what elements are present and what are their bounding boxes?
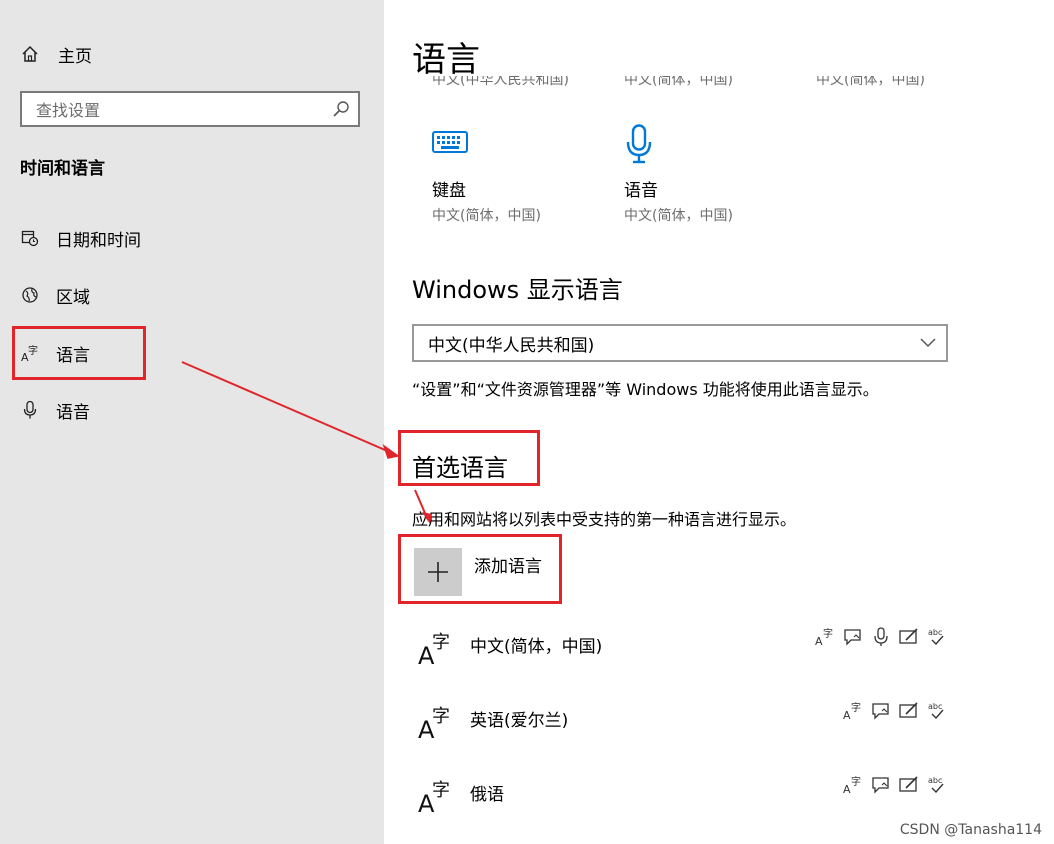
sidebar-item-label: 日期和时间 [56, 230, 141, 251]
sidebar-item-label: 区域 [56, 287, 90, 308]
keyboard-icon [432, 131, 468, 153]
selected-value: 中文(中华人民共和国) [428, 335, 595, 356]
home-label: 主页 [58, 46, 92, 67]
language-name: 英语(爱尔兰) [470, 711, 569, 731]
language-row-english-ireland[interactable]: A 字 英语(爱尔兰) A字 abc [418, 698, 948, 758]
handwriting-icon [899, 702, 918, 718]
language-row-chinese[interactable]: A 字 中文(简体，中国) A字 abc [418, 624, 948, 684]
preferred-description: 应用和网站将以列表中受支持的第一种语言进行显示。 [412, 510, 797, 529]
svg-text:字: 字 [432, 632, 450, 653]
tile-name: 语音 [624, 181, 658, 201]
svg-text:abc: abc [928, 702, 942, 711]
language-name: 俄语 [470, 785, 504, 805]
microphone-icon [874, 627, 888, 646]
tile-name: 键盘 [432, 181, 466, 201]
speech-bubble-icon [872, 703, 889, 720]
handwriting-icon [899, 776, 918, 792]
microphone-icon [20, 400, 40, 420]
watermark: CSDN @Tanasha114 [899, 822, 1042, 838]
microphone-icon [626, 124, 652, 164]
main-content: 语言 中文(中华人民共和国) 中文(简体，中国) 中文(简体，中国) 键盘 中文… [384, 0, 1054, 844]
tile-subtitle: 中文(简体，中国) [624, 208, 733, 224]
display-language-heading: Windows 显示语言 [412, 276, 623, 304]
display-language-icon: A字 [843, 701, 861, 722]
search-placeholder: 查找设置 [36, 101, 101, 120]
speech-tile[interactable]: 语音 中文(简体，中国) [624, 124, 794, 225]
sidebar-item-date-time[interactable]: 日期和时间 [20, 223, 141, 253]
sidebar-item-label: 语音 [56, 402, 90, 423]
language-row-russian[interactable]: A 字 俄语 A字 abc [418, 772, 948, 832]
annotation-box-language-nav [12, 326, 146, 380]
home-nav-item[interactable]: 主页 [20, 40, 92, 68]
clipped-text: 中文(中华人民共和国) [432, 76, 569, 88]
speech-bubble-icon [844, 629, 861, 646]
svg-text:字: 字 [851, 701, 861, 714]
language-icon: A 字 [418, 706, 450, 742]
svg-text:abc: abc [928, 628, 942, 637]
tile-subtitle: 中文(简体，中国) [432, 208, 541, 224]
annotation-box-add-language [398, 534, 562, 604]
search-input[interactable]: 查找设置 [20, 91, 360, 127]
home-icon [22, 45, 38, 62]
settings-sidebar: 主页 查找设置 时间和语言 日期和时间 区域 A 字 语言 语音 [0, 0, 384, 844]
annotation-box-preferred [398, 430, 540, 486]
search-icon [333, 101, 349, 117]
svg-text:字: 字 [432, 706, 450, 727]
language-icon: A 字 [418, 780, 450, 816]
language-name: 中文(简体，中国) [470, 637, 603, 657]
display-language-icon: A字 [815, 627, 833, 648]
globe-icon [20, 285, 40, 305]
sidebar-item-speech[interactable]: 语音 [20, 395, 90, 425]
handwriting-icon [899, 628, 918, 644]
speech-bubble-icon [872, 777, 889, 794]
calendar-clock-icon [20, 228, 40, 248]
display-language-description: “设置”和“文件资源管理器”等 Windows 功能将使用此语言显示。 [412, 380, 879, 399]
language-icon: A 字 [418, 632, 450, 668]
language-features: A字 abc [842, 774, 948, 796]
svg-text:字: 字 [432, 780, 450, 801]
language-features: A字 abc [842, 700, 948, 722]
svg-text:字: 字 [851, 775, 861, 788]
language-features: A字 abc [814, 626, 948, 648]
section-title: 时间和语言 [20, 159, 105, 179]
sidebar-item-region[interactable]: 区域 [20, 280, 90, 310]
spellcheck-icon: abc [928, 776, 944, 794]
spellcheck-icon: abc [928, 702, 944, 720]
chevron-down-icon [920, 338, 936, 348]
svg-text:A: A [815, 635, 823, 648]
clipped-text: 中文(简体，中国) [816, 76, 925, 88]
clipped-text: 中文(简体，中国) [624, 76, 733, 88]
page-title: 语言 [412, 40, 480, 80]
keyboard-tile[interactable]: 键盘 中文(简体，中国) [432, 124, 602, 225]
svg-text:字: 字 [823, 627, 833, 640]
svg-text:abc: abc [928, 776, 942, 785]
display-language-icon: A字 [843, 775, 861, 796]
svg-text:A: A [843, 783, 851, 796]
display-language-select[interactable]: 中文(中华人民共和国) [412, 324, 948, 362]
svg-text:A: A [843, 709, 851, 722]
spellcheck-icon: abc [928, 628, 944, 646]
